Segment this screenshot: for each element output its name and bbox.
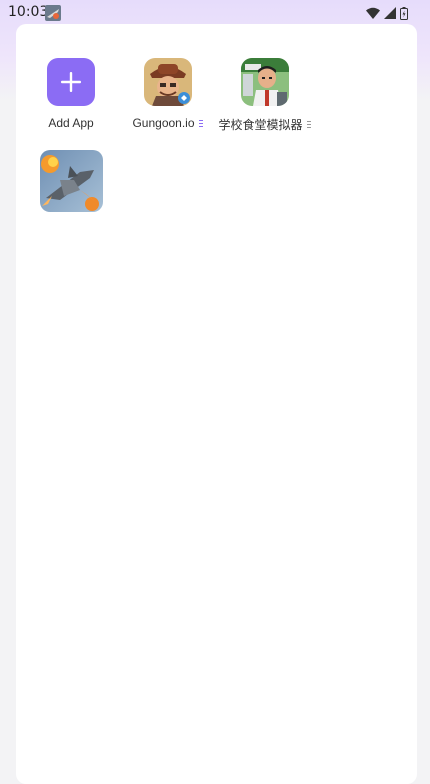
status-bar: 10:03 xyxy=(0,0,430,26)
more-options-icon[interactable] xyxy=(198,119,204,128)
status-icons xyxy=(366,6,408,20)
signal-icon xyxy=(384,7,396,19)
jet-fighter-app-icon[interactable] xyxy=(39,150,103,212)
app-item-jet-fighter[interactable] xyxy=(23,150,119,212)
wifi-icon xyxy=(366,7,380,19)
app-item-gungoon[interactable]: Gungoon.io xyxy=(120,58,216,130)
more-options-icon[interactable] xyxy=(306,120,312,129)
app-item-school-canteen[interactable]: 学校食堂模拟器 xyxy=(217,58,313,133)
add-app-item[interactable]: Add App xyxy=(23,58,119,130)
gungoon-app-icon[interactable] xyxy=(144,58,192,106)
plus-icon[interactable] xyxy=(47,58,95,106)
app-grid-card: Add App Gungoon.io 学校食堂模拟器 xyxy=(16,24,417,784)
school-canteen-app-icon[interactable] xyxy=(241,58,289,106)
app-label-school-canteen: 学校食堂模拟器 xyxy=(218,118,303,132)
status-time: 10:03 xyxy=(8,4,49,20)
add-app-label: Add App xyxy=(48,116,94,130)
app-label-gungoon: Gungoon.io xyxy=(132,116,195,130)
notification-app-icon xyxy=(45,5,61,21)
battery-icon xyxy=(400,6,408,20)
